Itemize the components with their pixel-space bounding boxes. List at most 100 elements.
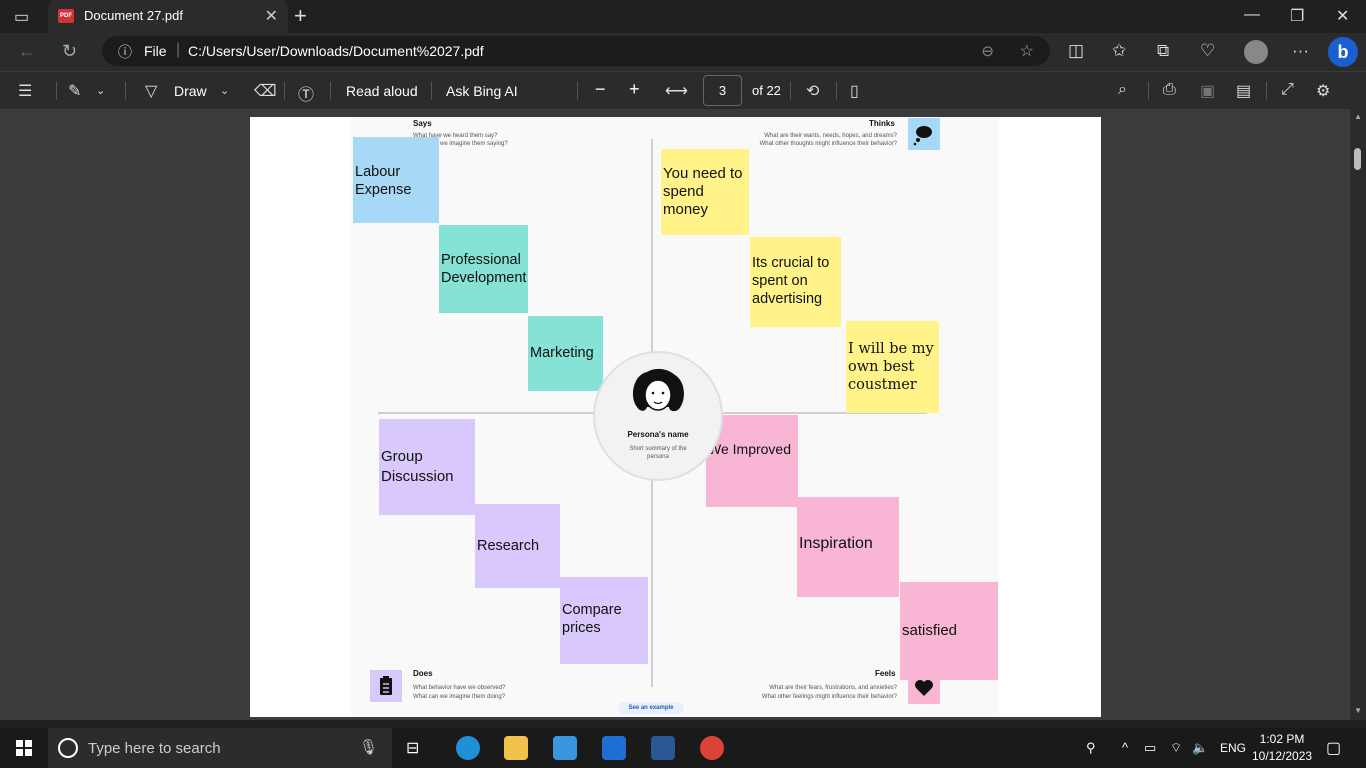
fullscreen-icon[interactable]: ⤢ <box>1281 81 1294 99</box>
people-icon[interactable]: ⚲ <box>1086 740 1096 756</box>
collections-icon[interactable]: ⧉ <box>1157 41 1169 61</box>
divider <box>125 82 126 100</box>
volume-icon[interactable]: 🔈 <box>1192 740 1208 756</box>
notifications-icon[interactable]: ▢ <box>1326 738 1341 758</box>
search-placeholder: Type here to search <box>88 740 221 757</box>
sticky-note: satisfied <box>900 582 998 680</box>
draw-button[interactable]: Draw <box>174 83 207 99</box>
clock-time: 1:02 PM <box>1259 732 1305 746</box>
favorite-star-icon[interactable]: ☆ <box>1020 41 1034 61</box>
see-example-button[interactable]: See an example <box>618 702 684 714</box>
profile-avatar[interactable] <box>1244 40 1268 64</box>
clock[interactable]: 1:02 PM 10/12/2023 <box>1252 731 1312 765</box>
wifi-icon[interactable]: ⌔ <box>1170 740 1182 756</box>
clipboard-icon <box>370 670 402 702</box>
taskbar-search[interactable]: Type here to search 🎙 <box>48 728 392 768</box>
new-tab-icon[interactable]: + <box>294 3 307 29</box>
scroll-up-icon[interactable]: ▲ <box>1354 112 1362 121</box>
axis-horizontal-left <box>378 412 594 414</box>
divider <box>330 82 331 100</box>
pdf-toolbar: ☰ ✎ ⌄ ▽ Draw ⌄ ⌫ Ⓣ Read aloud Ask Bing A… <box>0 71 1366 109</box>
rotate-icon[interactable]: ⟲ <box>806 81 819 101</box>
highlight-icon[interactable]: ✎ <box>68 81 81 101</box>
zoom-out-button[interactable]: − <box>595 79 606 100</box>
contents-icon[interactable]: ☰ <box>18 81 32 101</box>
save-icon[interactable]: ▣ <box>1200 81 1215 101</box>
page-view-icon[interactable]: ▯ <box>850 81 859 101</box>
split-screen-icon[interactable]: ◫ <box>1068 41 1084 61</box>
page-number-input[interactable]: 3 <box>703 75 742 106</box>
tab-document[interactable]: PDF Document 27.pdf ✕ <box>48 0 288 33</box>
windows-start-icon[interactable] <box>16 740 32 756</box>
back-icon[interactable]: ← <box>18 41 36 62</box>
tray-overflow-icon[interactable]: ^ <box>1122 740 1128 755</box>
highlight-dropdown-icon[interactable]: ⌄ <box>96 84 105 97</box>
sticky-note: I will be my own best coustmer <box>846 321 939 413</box>
tab-title: Document 27.pdf <box>84 8 184 23</box>
does-subtitle-1: What behavior have we observed? <box>413 685 506 691</box>
heart-icon <box>908 672 940 704</box>
sticky-note: You need to spend money <box>661 149 749 235</box>
fit-page-icon[interactable]: ⟷ <box>665 81 688 101</box>
task-view-icon[interactable]: ⊟ <box>406 738 419 758</box>
bing-icon[interactable]: b <box>1328 37 1358 67</box>
text-box-icon[interactable]: Ⓣ <box>298 81 314 105</box>
save-as-icon[interactable]: ▤ <box>1236 81 1251 101</box>
scrollbar-thumb[interactable] <box>1354 148 1361 170</box>
feels-subtitle-2: What other feelings might influence thei… <box>761 694 897 700</box>
close-window-icon[interactable]: ✕ <box>1336 6 1349 26</box>
persona-summary: Short summary of the persona <box>629 446 687 460</box>
persona-avatar <box>625 367 691 423</box>
thinks-subtitle-1: What are their wants, needs, hopes, and … <box>764 133 897 139</box>
sticky-note: Marketing <box>528 316 603 391</box>
divider <box>431 82 432 100</box>
feels-subtitle-1: What are their fears, frustrations, and … <box>769 685 897 691</box>
sticky-note: Labour Expense <box>353 137 439 223</box>
file-explorer-icon[interactable] <box>504 736 528 760</box>
thought-cloud-icon <box>908 118 940 150</box>
more-options-icon[interactable]: ··· <box>1292 41 1309 61</box>
persona-name: Persona's name <box>627 430 689 439</box>
zoom-icon[interactable]: ⊖ <box>981 42 994 60</box>
divider <box>56 82 57 100</box>
microphone-icon[interactable]: 🎙 <box>359 738 378 756</box>
close-tab-icon[interactable]: ✕ <box>265 6 278 26</box>
page-total: of 22 <box>752 83 781 98</box>
battery-icon[interactable]: ▭ <box>1144 740 1156 756</box>
sticky-note: Group Discussion <box>379 419 475 515</box>
info-icon[interactable]: ⓘ <box>118 42 132 62</box>
microsoft-store-icon[interactable] <box>553 736 577 760</box>
eraser-icon[interactable]: ⌫ <box>254 81 277 101</box>
pdf-viewer[interactable]: Says What have we heard them say? What c… <box>0 109 1366 720</box>
zoom-in-button[interactable]: + <box>629 79 640 100</box>
draw-icon[interactable]: ▽ <box>145 81 157 101</box>
scroll-down-icon[interactable]: ▼ <box>1354 706 1362 715</box>
edge-icon[interactable] <box>456 736 480 760</box>
scrollbar[interactable] <box>1350 109 1366 720</box>
language-indicator[interactable]: ENG <box>1220 741 1246 755</box>
thinks-title: Thinks <box>869 119 895 128</box>
ask-bing-button[interactable]: Ask Bing AI <box>446 83 518 99</box>
url-text[interactable]: C:/Users/User/Downloads/Document%2027.pd… <box>188 43 484 59</box>
refresh-icon[interactable]: ↻ <box>62 41 77 62</box>
print-icon[interactable]: ⎙ <box>1163 81 1176 99</box>
read-aloud-button[interactable]: Read aloud <box>346 83 418 99</box>
draw-dropdown-icon[interactable]: ⌄ <box>220 84 229 97</box>
url-box[interactable]: ⓘ File | C:/Users/User/Downloads/Documen… <box>102 36 1050 66</box>
search-icon[interactable]: ⌕ <box>1118 81 1127 99</box>
settings-gear-icon[interactable]: ⚙ <box>1316 81 1330 101</box>
chrome-icon[interactable] <box>700 736 724 760</box>
minimize-icon[interactable]: — <box>1244 6 1260 24</box>
browser-essentials-icon[interactable]: ♡ <box>1200 41 1215 61</box>
pdf-icon: PDF <box>58 9 74 23</box>
sticky-note: Inspiration <box>797 497 899 597</box>
divider <box>284 82 285 100</box>
divider <box>577 82 578 100</box>
taskbar: Type here to search 🎙 ⊟ ⚲ ^ ▭ ⌔ 🔈 ENG 1:… <box>0 728 1366 768</box>
word-icon[interactable] <box>651 736 675 760</box>
says-title: Says <box>413 119 432 128</box>
mail-icon[interactable] <box>602 736 626 760</box>
favorites-icon[interactable]: ✩ <box>1112 41 1126 61</box>
tab-actions-icon[interactable]: ▭ <box>14 7 29 27</box>
restore-icon[interactable]: ❐ <box>1290 6 1304 26</box>
